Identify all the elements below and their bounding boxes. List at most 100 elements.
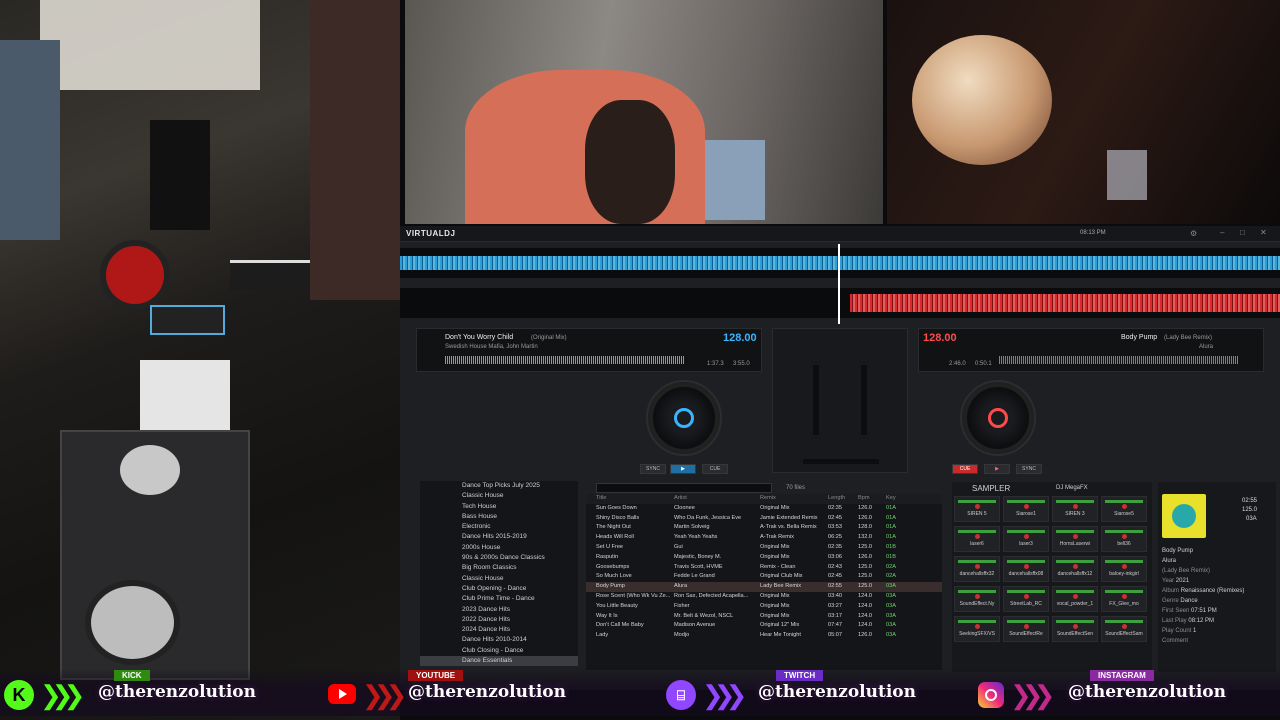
search-input[interactable] (596, 483, 772, 493)
folder-item[interactable]: Dance Hits 2015-2019 (420, 532, 578, 542)
sampler-pad[interactable]: Siarose5 (1101, 496, 1147, 522)
sampler-pad[interactable]: SeekingSFX/VS (954, 616, 1000, 642)
table-cell: 01A (886, 534, 896, 541)
sampler-bank[interactable]: DJ MegaFX (1056, 485, 1088, 491)
table-row[interactable]: So Much Love Fedde Le Grand Original Club … (586, 572, 942, 582)
social-youtube[interactable]: ❯❯❯ YOUTUBE @therenzolution (326, 668, 626, 716)
folder-item[interactable]: 90s & 2000s Dance Classics (420, 553, 578, 563)
sampler-pad[interactable]: Siarose1 (1003, 496, 1049, 522)
waveform-deck-right[interactable] (400, 288, 1280, 318)
deck-left-cue-button[interactable]: CUE (702, 464, 728, 474)
jog-left-center (674, 408, 694, 428)
maximize-icon[interactable]: □ (1240, 228, 1245, 237)
pad-record-icon (1024, 624, 1029, 629)
sampler-pad[interactable]: vocal_powder_1 (1052, 586, 1098, 612)
col-key[interactable]: Key (886, 494, 916, 504)
deck-right-play-button[interactable]: ▶ (984, 464, 1010, 474)
folder-item[interactable]: Electronic (420, 522, 578, 532)
folder-item[interactable]: Club Closing - Dance (420, 646, 578, 656)
col-title[interactable]: Title (586, 494, 674, 504)
sampler-pad[interactable]: HornsLaserwi (1052, 526, 1098, 552)
sampler-pad[interactable]: bell36 (1101, 526, 1147, 552)
deck-right-mini-waveform[interactable] (999, 356, 1239, 364)
folder-item[interactable]: 2000s House (420, 543, 578, 553)
pad-label: dancehallsffx12 (1057, 571, 1093, 577)
table-row[interactable]: Rose Scent (Who Wk Vu Ze... Ron Sax, Defe… (586, 592, 942, 602)
sampler-pad[interactable]: SIREN 5 (954, 496, 1000, 522)
folder-item[interactable]: 2024 Dance Hits (420, 625, 578, 635)
social-kick[interactable]: K ❯❯❯ KICK @therenzolution (4, 668, 314, 716)
table-row[interactable]: Way It Is Mr. Belt & Wezol, NSCL Original … (586, 612, 942, 622)
table-cell: 01A (886, 524, 896, 531)
table-row[interactable]: Heads Will Roll Yeah Yeah Yeahs A-Trak Rem… (586, 533, 942, 543)
album-art (1162, 494, 1206, 538)
sampler-pad[interactable]: laser3 (1003, 526, 1049, 552)
gear-icon[interactable]: ⚙ (1190, 229, 1197, 238)
info-bpm: 125.0 (1242, 507, 1258, 513)
sampler-pad[interactable]: laser6 (954, 526, 1000, 552)
folder-item[interactable]: 2023 Dance Hits (420, 605, 578, 615)
deck-right-cue-button[interactable]: CUE (952, 464, 978, 474)
table-row[interactable]: Lady Modjo Hear Me Tonight 05:07 126.0 03A (586, 631, 942, 641)
folder-item[interactable]: Tech House (420, 502, 578, 512)
col-bpm[interactable]: Bpm (858, 494, 886, 504)
table-row[interactable]: Goosebumps Travis Scott, HVME Remix - Clea… (586, 563, 942, 573)
table-row[interactable]: Set U Free Gui Original Mix 02:35 125.0 01B (586, 543, 942, 553)
sampler-pad[interactable]: SoundEffect.Ny (954, 586, 1000, 612)
folder-item[interactable]: Classic House (420, 574, 578, 584)
table-row[interactable]: Shiny Disco Balls Who Da Funk, Jessica Ev… (586, 514, 942, 524)
track-info-panel: 02:55 125.0 03A Body Pump Alura (Lady Be… (1158, 482, 1276, 672)
table-row[interactable]: Sun Goes Down Cloonee Original Mix 02:35 126… (586, 504, 942, 514)
folder-item[interactable]: Club Opening - Dance (420, 584, 578, 594)
sampler-pad[interactable]: SoundEffectSam (1101, 616, 1147, 642)
sampler-pad[interactable]: dancehallsffx08 (1003, 556, 1049, 582)
jog-wheel-left[interactable] (646, 380, 722, 456)
jog-wheel-right[interactable] (960, 380, 1036, 456)
kick-handle: @therenzolution (98, 682, 256, 702)
table-row[interactable]: You Little Beauty Fisher Original Mix 03:27… (586, 602, 942, 612)
social-twitch[interactable]: ⌸ ❯❯❯ TWITCH @therenzolution (664, 668, 964, 716)
folder-item[interactable]: Club Prime Time - Dance (420, 594, 578, 604)
table-cell: 01B (886, 543, 896, 550)
folder-item[interactable]: Classic House (420, 491, 578, 501)
table-cell: Who Da Funk, Jessica Eve (674, 514, 742, 521)
table-row[interactable]: The Night Out Martin Solveig A-Trak vs. Be… (586, 523, 942, 533)
sampler-pad[interactable]: SoundEffectRe (1003, 616, 1049, 642)
table-row[interactable]: Rasputin Majestic, Boney M. Original Mix 03… (586, 553, 942, 563)
waveform-deck-left[interactable] (400, 248, 1280, 278)
close-icon[interactable]: ✕ (1260, 228, 1267, 237)
minimize-icon[interactable]: – (1220, 228, 1224, 237)
deck-left-play-button[interactable]: ▶ (670, 464, 696, 474)
sampler-pad[interactable]: baloey-inkgirl (1101, 556, 1147, 582)
col-artist[interactable]: Artist (674, 494, 760, 504)
table-cell: Original 12" Mix (760, 622, 800, 629)
sampler-pad[interactable]: StreetLab_RC (1003, 586, 1049, 612)
crossfader[interactable] (803, 459, 879, 464)
table-cell: Don't Call Me Baby (596, 622, 644, 629)
volume-fader-left[interactable] (813, 365, 819, 435)
table-cell: Alura (674, 583, 688, 590)
folder-item[interactable]: Bass House (420, 512, 578, 522)
folder-item[interactable]: Dance Top Picks July 2025 (420, 481, 578, 491)
table-cell: Way It Is (596, 612, 618, 619)
table-row[interactable]: Body Pump Alura Lady Bee Remix 02:55 125.0 03… (586, 582, 942, 592)
table-cell: The Night Out (596, 524, 631, 531)
social-instagram[interactable]: ❯❯❯ INSTAGRAM @therenzolution (978, 668, 1278, 716)
table-cell: 03A (886, 592, 896, 599)
col-length[interactable]: Length (828, 494, 858, 504)
sampler-pad[interactable]: FX_Glee_mo (1101, 586, 1147, 612)
folder-item[interactable]: Big Room Classics (420, 563, 578, 573)
sampler-pad[interactable]: SIREN 3 (1052, 496, 1098, 522)
deck-left-mini-waveform[interactable] (445, 356, 685, 364)
col-remix[interactable]: Remix (760, 494, 828, 504)
deck-right-sync-button[interactable]: SYNC (1016, 464, 1042, 474)
folder-item[interactable]: Dance Essentials (420, 656, 578, 666)
table-row[interactable]: Don't Call Me Baby Madison Avenue Original… (586, 621, 942, 631)
sampler-pad[interactable]: dancehallsffx12 (1052, 556, 1098, 582)
sampler-pad[interactable]: dancehallsffx32 (954, 556, 1000, 582)
folder-item[interactable]: Dance Hits 2010-2014 (420, 635, 578, 645)
deck-left-sync-button[interactable]: SYNC (640, 464, 666, 474)
sampler-pad[interactable]: SoundEffectSen (1052, 616, 1098, 642)
volume-fader-right[interactable] (861, 365, 867, 435)
folder-item[interactable]: 2022 Dance Hits (420, 615, 578, 625)
